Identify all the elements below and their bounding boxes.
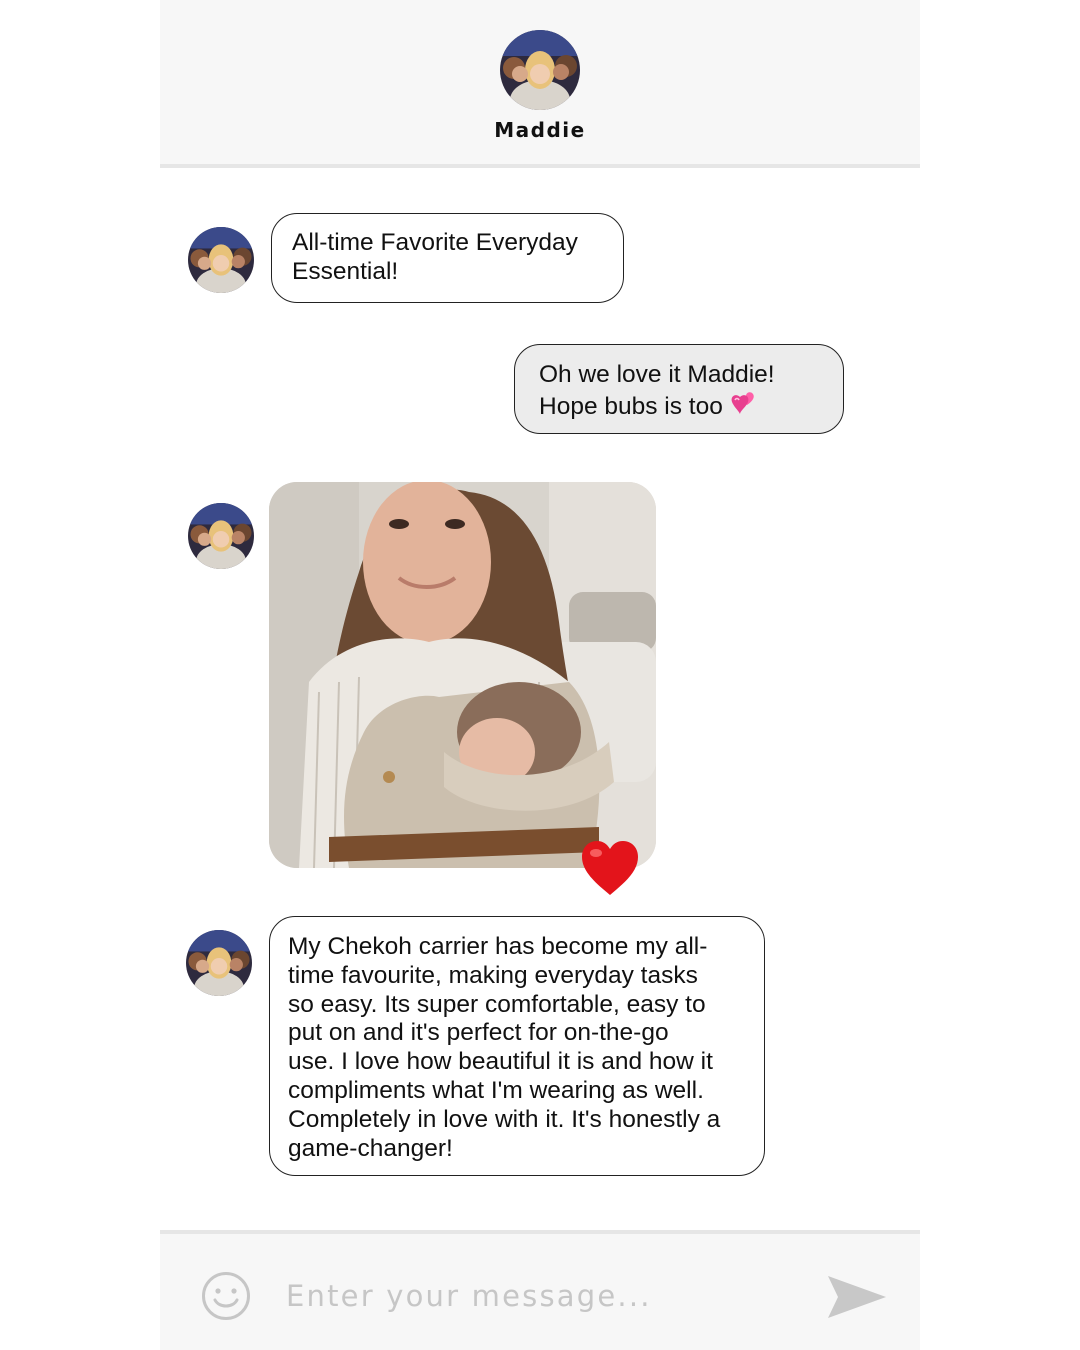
message-input[interactable]	[286, 1270, 806, 1322]
send-icon[interactable]	[826, 1274, 888, 1320]
message-text: Hope bubs is too	[539, 392, 723, 420]
heart-reaction-icon[interactable]	[579, 838, 641, 898]
sender-avatar[interactable]	[188, 503, 254, 569]
sender-avatar[interactable]	[188, 227, 254, 293]
outgoing-message[interactable]: Oh we love it Maddie! Hope bubs is too	[514, 344, 844, 434]
shared-photo[interactable]	[269, 482, 656, 868]
contact-avatar[interactable]	[500, 30, 580, 110]
message-text: Oh we love it Maddie!	[539, 361, 775, 388]
message-composer	[160, 1230, 920, 1350]
contact-name: Maddie	[494, 118, 586, 142]
chat-screen: Maddie All-time Favorite Everyday Essent…	[160, 0, 920, 1350]
incoming-message[interactable]: All-time Favorite Everyday Essential!	[271, 213, 624, 303]
sender-avatar[interactable]	[186, 930, 252, 996]
smiley-icon[interactable]	[200, 1270, 252, 1322]
incoming-message[interactable]: My Chekoh carrier has become my all- tim…	[269, 916, 765, 1176]
chat-header: Maddie	[160, 0, 920, 168]
two-hearts-emoji	[725, 390, 757, 418]
